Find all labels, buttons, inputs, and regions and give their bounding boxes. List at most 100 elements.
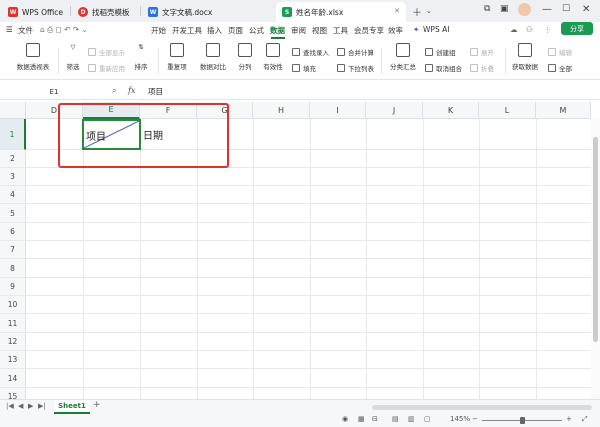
fullscreen-icon[interactable]: ⤢ (582, 415, 588, 424)
more-icon[interactable]: ⋮ (544, 25, 552, 34)
split-column-button[interactable]: 分列 (234, 43, 256, 71)
filter-button[interactable]: ▽ 筛选 (62, 43, 84, 71)
create-group-button[interactable]: 创建组 (425, 47, 456, 57)
toolbar-quick-icons[interactable]: ⌂ ⎙ ◻ ↶ ↷ ⌄ (40, 25, 88, 35)
menu-page[interactable]: 页面 (228, 25, 243, 36)
ungroup-button[interactable]: 取消组合 (425, 63, 462, 73)
row-header[interactable]: 2 (0, 150, 26, 168)
row-header[interactable]: 6 (0, 223, 26, 241)
close-tab-icon[interactable]: ✕ (394, 7, 400, 15)
close-window-icon[interactable]: ✕ (582, 4, 590, 15)
spreadsheet-grid[interactable]: D E F G H I J K L M 1 2 3 4 5 6 7 8 9 10… (0, 102, 600, 399)
sheet-view-icon[interactable]: ⊟ (372, 415, 378, 423)
last-sheet-icon[interactable]: ▶| (38, 402, 46, 410)
duplicates-button[interactable]: 重复项 (163, 43, 191, 71)
row-header[interactable]: 4 (0, 186, 26, 204)
page-break-icon[interactable]: ▢ (424, 415, 431, 423)
menu-review[interactable]: 审阅 (291, 25, 306, 36)
chevron-down-icon[interactable]: ⌄ (426, 7, 432, 15)
hamburger-icon[interactable]: ☰ (6, 25, 13, 34)
layout-icon[interactable]: ▣ (500, 4, 509, 14)
menu-data[interactable]: 数据 (270, 25, 285, 36)
menu-tools[interactable]: 工具 (333, 25, 348, 36)
row-header[interactable]: 3 (0, 168, 26, 186)
row-header[interactable]: 11 (0, 314, 26, 333)
pivot-table-button[interactable]: 数据透视表 (14, 43, 52, 71)
new-tab-icon[interactable]: ＋ (412, 4, 422, 19)
zoom-search-icon[interactable]: ⌕ (112, 86, 116, 96)
expand-button[interactable]: 展开 (470, 47, 494, 57)
sheet-tab-sheet1[interactable]: Sheet1 (54, 400, 90, 414)
lookup-entry-button[interactable]: 查找录入 (292, 47, 329, 57)
formula-input[interactable]: 项目 (148, 86, 163, 97)
eye-protection-icon[interactable]: ◉ (342, 415, 348, 423)
share-button[interactable]: 分享 (561, 22, 593, 35)
maximize-icon[interactable]: ☐ (562, 4, 570, 14)
row-header[interactable]: 5 (0, 204, 26, 223)
function-icon[interactable]: fx (128, 86, 135, 95)
grid-view-icon[interactable]: ▦ (358, 415, 365, 423)
avatar[interactable] (518, 3, 531, 16)
row-header[interactable]: 8 (0, 259, 26, 278)
menu-view[interactable]: 视图 (312, 25, 327, 36)
select-all-corner[interactable] (0, 102, 26, 119)
row-header[interactable]: 13 (0, 351, 26, 369)
menu-wps-ai[interactable]: WPS AI (423, 25, 449, 34)
sort-button[interactable]: ⇅ 排序 (130, 43, 152, 71)
vertical-scrollbar[interactable] (591, 119, 600, 399)
tab-docer[interactable]: D 找稻壳模板 (72, 2, 140, 22)
column-header[interactable]: H (253, 102, 310, 119)
prev-sheet-icon[interactable]: ◀ (18, 402, 23, 410)
row-header[interactable]: 7 (0, 241, 26, 259)
row-header[interactable]: 9 (0, 278, 26, 296)
zoom-out-icon[interactable]: − (472, 415, 478, 423)
dropdown-list-button[interactable]: 下拉列表 (337, 63, 374, 73)
menu-efficiency[interactable]: 效率 (388, 25, 403, 36)
row-header-selected[interactable]: 1 (0, 119, 26, 150)
show-all-button[interactable]: 全部显示 (88, 47, 125, 57)
collapse-button[interactable]: 折叠 (470, 63, 494, 73)
validity-button[interactable]: 有效性 (260, 43, 286, 71)
consolidate-button[interactable]: 合并计算 (337, 47, 374, 57)
compare-button[interactable]: 数据对比 (196, 43, 230, 71)
tab-sheet-doc[interactable]: S 姓名年龄.xlsx ✕ (276, 2, 406, 22)
user-icon[interactable]: ⚇ (526, 25, 533, 34)
column-header[interactable]: I (310, 102, 366, 119)
menu-home[interactable]: 开始 (151, 25, 166, 36)
normal-view-icon[interactable]: ▤ (392, 415, 399, 423)
add-sheet-button[interactable]: + (93, 400, 101, 410)
row-header[interactable]: 14 (0, 369, 26, 388)
horizontal-scrollbar[interactable] (372, 405, 592, 410)
next-sheet-icon[interactable]: ▶ (28, 402, 33, 410)
edit-button[interactable]: 编辑 (548, 47, 572, 57)
tab-wps-office[interactable]: W WPS Office (2, 2, 66, 22)
tab-word-doc[interactable]: W 文字文稿.docx (142, 2, 272, 22)
restore-tabs-icon[interactable]: ⧉ (484, 4, 490, 14)
column-header[interactable]: J (366, 102, 423, 119)
subtotal-button[interactable]: 分类汇总 (386, 43, 420, 71)
fill-button[interactable]: 填充 (292, 63, 316, 73)
minimize-icon[interactable]: — (542, 4, 552, 15)
menu-developer[interactable]: 开发工具 (172, 25, 202, 36)
column-header[interactable]: L (479, 102, 536, 119)
menu-file[interactable]: 文件 (18, 25, 33, 36)
name-box[interactable]: E1 (4, 85, 104, 98)
row-header[interactable]: 15 (0, 388, 26, 399)
reapply-button[interactable]: 重新应用 (88, 63, 125, 73)
menu-formula[interactable]: 公式 (249, 25, 264, 36)
sync-icon[interactable]: ☁ (510, 25, 518, 34)
page-layout-icon[interactable]: ▥ (408, 415, 415, 423)
row-header[interactable]: 10 (0, 296, 26, 314)
row-header[interactable]: 12 (0, 333, 26, 351)
column-header[interactable]: K (423, 102, 479, 119)
menu-insert[interactable]: 插入 (207, 25, 222, 36)
menu-vip[interactable]: 会员专享 (354, 25, 384, 36)
refresh-all-button[interactable]: 全部 (548, 63, 572, 73)
column-header[interactable]: M (536, 102, 591, 119)
vertical-scroll-thumb[interactable] (593, 137, 598, 342)
zoom-in-icon[interactable]: + (566, 415, 572, 423)
zoom-level[interactable]: 145% (450, 415, 470, 423)
zoom-slider-knob[interactable] (520, 417, 525, 424)
first-sheet-icon[interactable]: |◀ (6, 402, 14, 410)
get-data-button[interactable]: 获取数据 (509, 43, 541, 71)
